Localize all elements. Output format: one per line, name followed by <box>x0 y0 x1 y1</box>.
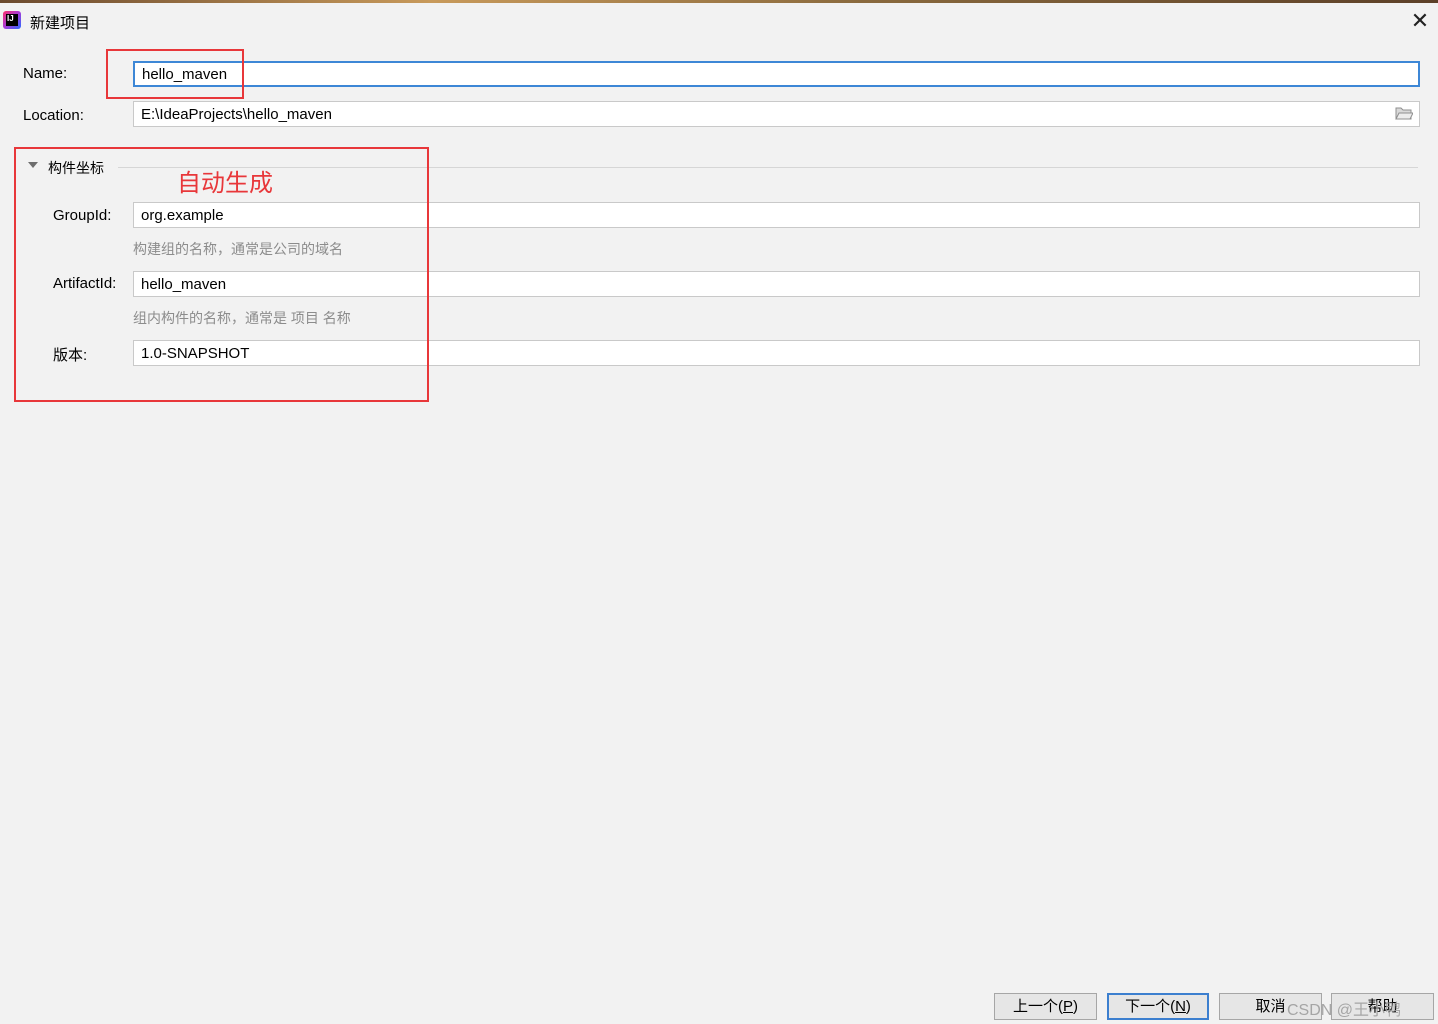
close-button[interactable]: ✕ <box>1405 7 1435 35</box>
window-title: 新建项目 <box>30 15 91 32</box>
annotation-text: 自动生成 <box>177 170 273 197</box>
location-field[interactable] <box>133 101 1420 127</box>
previous-button[interactable]: 上一个(P) <box>994 993 1097 1020</box>
name-field[interactable] <box>133 61 1420 87</box>
title-bar: IJ 新建项目 ✕ <box>0 3 1438 39</box>
intellij-idea-icon: IJ <box>3 11 21 29</box>
previous-button-close: ) <box>1073 998 1078 1015</box>
watermark: CSDN @王小鸭 <box>1287 1002 1402 1019</box>
name-input[interactable] <box>135 63 1418 85</box>
previous-button-mnemonic: P <box>1062 998 1073 1015</box>
cancel-button-label: 取消 <box>1255 998 1286 1015</box>
folder-icon[interactable] <box>1395 106 1413 120</box>
name-label: Name: <box>23 65 68 82</box>
next-button-close: ) <box>1185 998 1191 1015</box>
annotation-box-name <box>106 49 244 99</box>
location-input[interactable] <box>134 102 1419 126</box>
next-button-mnemonic: N <box>1175 998 1186 1015</box>
location-label: Location: <box>23 107 84 124</box>
previous-button-label: 上一个( <box>1012 998 1063 1015</box>
next-button-label: 下一个( <box>1125 998 1176 1015</box>
next-button[interactable]: 下一个(N) <box>1107 993 1209 1020</box>
